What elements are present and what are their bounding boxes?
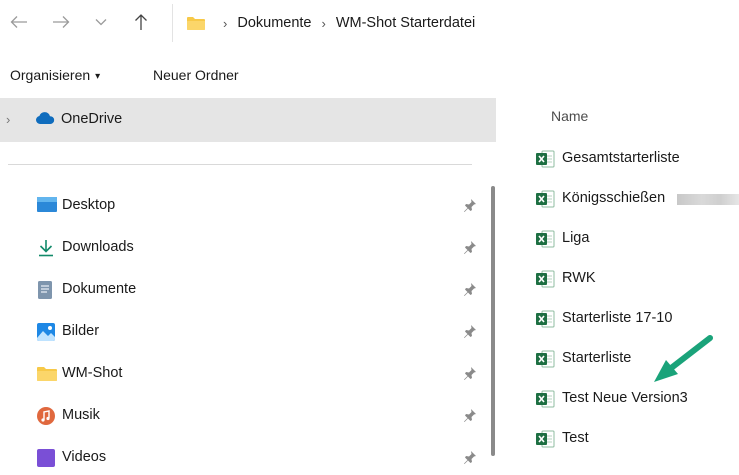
onedrive-cloud-icon [35,111,55,130]
navigation-pane: › OneDrive Desktop Downloads Dokumente B… [0,98,496,467]
address-bar: › Dokumente › WM-Shot Starterdatei [0,0,739,44]
nav-item-label: Desktop [62,197,116,213]
redacted-text [677,194,739,205]
pin-icon [463,198,477,212]
file-name: RWK [562,270,596,286]
excel-file-icon [536,150,555,168]
excel-file-icon [536,190,555,208]
back-button[interactable] [8,9,30,35]
pictures-icon [37,323,55,341]
nav-item-label: Musik [62,407,100,423]
nav-item-label: Videos [62,449,107,465]
nav-item-label: OneDrive [61,111,123,127]
file-row[interactable]: Test Neue Version3 [506,382,739,416]
file-name: Test Neue Version3 [562,390,688,406]
expand-chevron-icon[interactable]: › [6,112,10,127]
nav-item-documents[interactable]: Dokumente [0,273,486,307]
forward-arrow-icon [53,16,70,28]
annotation-arrow-icon [654,335,713,382]
file-row[interactable]: Starterliste 17-10 [506,302,739,336]
back-arrow-icon [10,16,27,28]
documents-icon [37,281,55,299]
nav-item-downloads[interactable]: Downloads [0,231,486,265]
file-row[interactable]: RWK [506,262,739,296]
pin-icon [463,240,477,254]
nav-item-onedrive[interactable]: › OneDrive [0,98,496,142]
recent-locations-button[interactable] [90,9,112,35]
nav-item-videos[interactable]: Videos [0,441,486,475]
nav-item-label: Bilder [62,323,100,339]
pin-icon [463,282,477,296]
command-bar: Organisieren ▾ Neuer Ordner [0,56,739,98]
up-button[interactable] [130,9,152,35]
organize-label: Organisieren [10,67,91,83]
chevron-down-icon [95,19,107,26]
file-list: Name Gesamtstarterliste Königsschießen L… [506,98,739,456]
up-arrow-icon [135,14,147,30]
file-name: Liga [562,230,590,246]
nav-item-label: Downloads [62,239,134,255]
pin-icon [463,366,477,380]
breadcrumb-separator[interactable]: › [322,16,326,31]
breadcrumb: › Dokumente › WM-Shot Starterdatei [187,4,475,42]
nav-divider [8,164,472,165]
file-row[interactable]: Königsschießen [506,182,739,216]
nav-item-wm-shot[interactable]: WM-Shot [0,357,486,391]
excel-file-icon [536,390,555,408]
breadcrumb-item[interactable]: WM-Shot Starterdatei [336,15,475,31]
file-name: Test [562,430,589,446]
excel-file-icon [536,430,555,448]
videos-icon [37,449,55,467]
nav-scrollbar[interactable] [491,186,495,456]
file-name: Starterliste 17-10 [562,310,673,326]
music-icon [37,407,55,425]
pin-icon [463,408,477,422]
excel-file-icon [536,350,555,368]
dropdown-caret-icon: ▾ [95,71,101,82]
nav-item-label: WM-Shot [62,365,123,381]
folder-icon [37,365,57,383]
new-folder-button[interactable]: Neuer Ordner [153,67,239,83]
organize-button[interactable]: Organisieren ▾ [10,67,100,83]
download-icon [37,239,55,257]
new-folder-label: Neuer Ordner [153,67,239,83]
file-name: Starterliste [562,350,632,366]
forward-button[interactable] [50,9,72,35]
breadcrumb-item[interactable]: Dokumente [237,15,311,31]
desktop-icon [37,197,57,215]
nav-item-label: Dokumente [62,281,137,297]
nav-item-music[interactable]: Musik [0,399,486,433]
pin-icon [463,450,477,464]
column-header-name[interactable]: Name [551,108,588,124]
nav-item-desktop[interactable]: Desktop [0,189,486,223]
file-row[interactable]: Test [506,422,739,456]
pin-icon [463,324,477,338]
excel-file-icon [536,230,555,248]
folder-icon [187,16,205,30]
excel-file-icon [536,270,555,288]
file-name: Königsschießen [562,190,666,206]
file-name: Gesamtstarterliste [562,150,680,166]
file-row[interactable]: Liga [506,222,739,256]
breadcrumb-separator[interactable]: › [223,16,227,31]
file-row[interactable]: Gesamtstarterliste [506,142,739,176]
nav-item-pictures[interactable]: Bilder [0,315,486,349]
address-path[interactable]: › Dokumente › WM-Shot Starterdatei [172,4,739,42]
excel-file-icon [536,310,555,328]
